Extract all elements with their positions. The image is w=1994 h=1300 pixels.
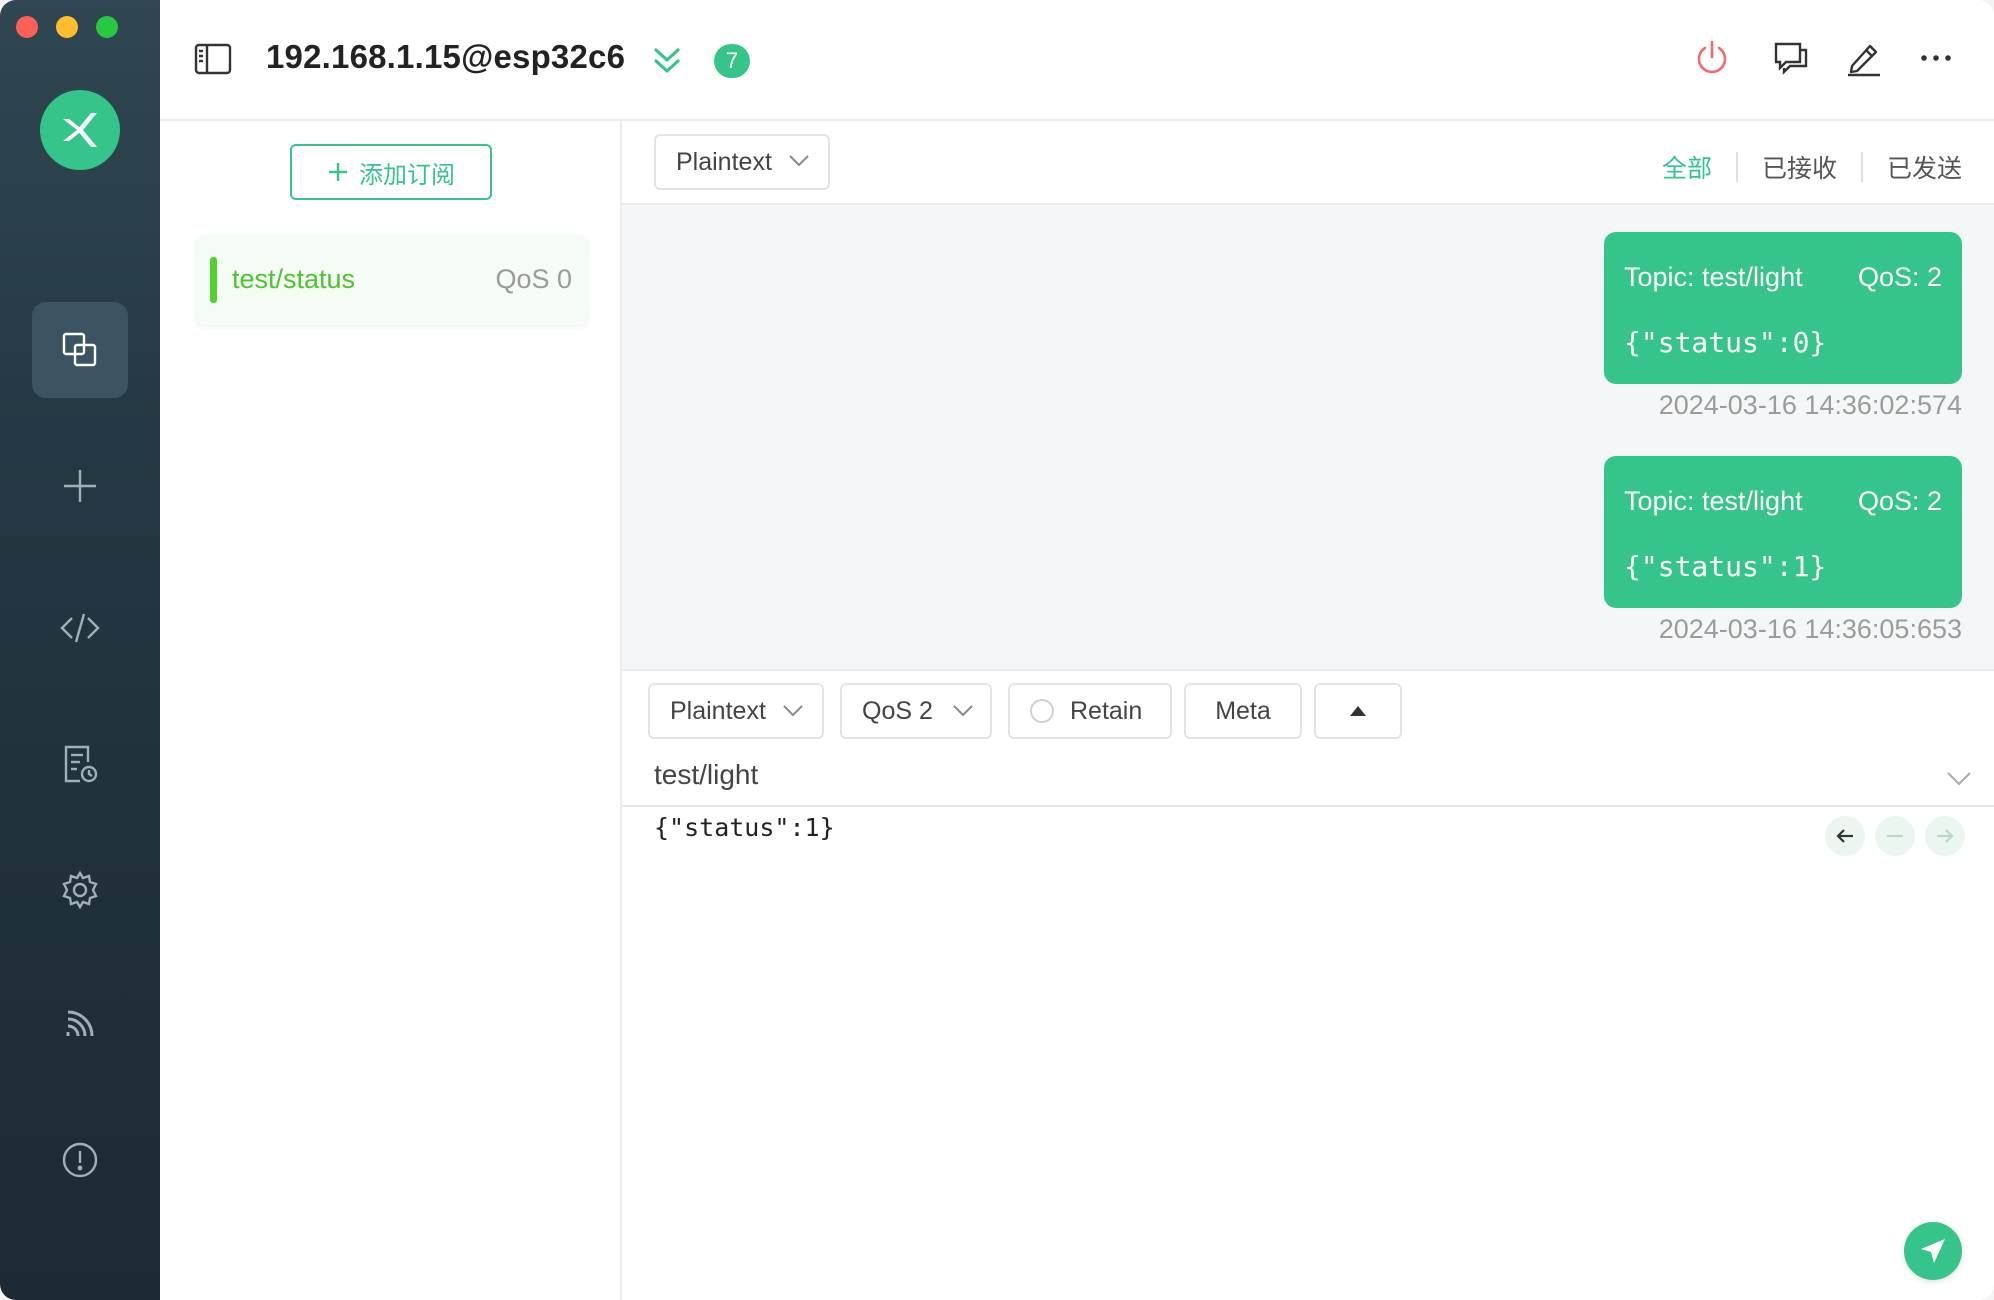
send-button[interactable]: [1904, 1222, 1962, 1280]
message-qos: QoS: 2: [1857, 486, 1942, 516]
connections-icon: [62, 332, 97, 367]
sidebar-item-settings[interactable]: [32, 842, 128, 938]
sidebar-toggle-icon[interactable]: [194, 42, 232, 76]
app-logo: [40, 90, 120, 170]
connection-title: 192.168.1.15@esp32c6: [266, 38, 626, 75]
publish-qos-value: QoS 2: [862, 696, 933, 725]
caret-up-icon: [1350, 706, 1366, 716]
power-icon[interactable]: [1692, 38, 1732, 78]
minus-icon: [1887, 834, 1903, 838]
arrow-right-icon: [1937, 829, 1954, 843]
message-payload: {"status":0}: [1624, 326, 1827, 359]
tab-received[interactable]: 已接收: [1738, 149, 1861, 185]
message-filter-tabs: 全部 已接收 已发送: [1638, 149, 1962, 185]
subscription-color-bar: [210, 257, 217, 303]
payload-format-select[interactable]: Plaintext: [654, 134, 830, 190]
message-bubble[interactable]: Topic: test/light QoS: 2 {"status":0}: [1604, 232, 1962, 384]
zoom-window-button[interactable]: [96, 16, 118, 38]
sidebar-item-script[interactable]: [32, 580, 128, 676]
publish-payload-editor[interactable]: {"status":1}: [654, 813, 835, 842]
log-icon: [64, 745, 98, 783]
message-bubble[interactable]: Topic: test/light QoS: 2 {"status":1}: [1604, 456, 1962, 608]
add-subscription-label: 添加订阅: [359, 161, 455, 189]
edit-icon[interactable]: [1844, 38, 1884, 78]
close-window-button[interactable]: [16, 16, 38, 38]
subscription-topic: test/status: [232, 264, 356, 294]
rss-icon: [66, 1010, 94, 1037]
sidebar-item-connections[interactable]: [32, 302, 128, 398]
publish-format-value: Plaintext: [670, 696, 766, 725]
message-qos: QoS: 2: [1857, 262, 1942, 292]
sidebar-item-about[interactable]: [32, 1112, 128, 1208]
subscriptions-panel: 添加订阅 test/status QoS 0: [160, 121, 622, 1300]
message-timestamp: 2024-03-16 14:36:02:574: [1658, 390, 1962, 420]
retain-label: Retain: [1070, 696, 1143, 725]
double-chevron-down-icon[interactable]: [650, 44, 684, 78]
meta-label: Meta: [1215, 696, 1271, 725]
connection-header: 192.168.1.15@esp32c6 7: [160, 0, 1994, 121]
unread-badge: 7: [714, 44, 750, 78]
subscription-item[interactable]: test/status QoS 0: [196, 235, 588, 325]
plus-icon: [329, 163, 347, 181]
tab-sent[interactable]: 已发送: [1863, 149, 1962, 185]
chevron-down-icon[interactable]: [1946, 771, 1972, 787]
add-subscription-button[interactable]: 添加订阅: [290, 144, 492, 200]
subscription-qos: QoS 0: [495, 264, 572, 294]
publish-topic-input[interactable]: test/light: [654, 759, 758, 791]
sidebar-item-new-connection[interactable]: [32, 438, 128, 534]
sidebar-item-subscriptions-feed[interactable]: [32, 976, 128, 1072]
history-reset-button[interactable]: [1875, 816, 1915, 856]
minimize-window-button[interactable]: [56, 16, 78, 38]
more-icon[interactable]: [1916, 38, 1956, 78]
payload-format-value: Plaintext: [676, 147, 772, 176]
publish-qos-select[interactable]: QoS 2: [840, 683, 992, 739]
chat-icon[interactable]: [1772, 38, 1812, 78]
divider: [622, 805, 1994, 807]
sidebar: [0, 0, 160, 1300]
code-icon: [60, 613, 100, 643]
plus-icon: [64, 470, 96, 502]
tab-all[interactable]: 全部: [1638, 149, 1736, 185]
send-icon: [1921, 1239, 1945, 1263]
meta-button[interactable]: Meta: [1184, 683, 1302, 739]
publish-format-select[interactable]: Plaintext: [648, 683, 824, 739]
chevron-down-icon: [953, 705, 973, 717]
info-icon: [62, 1142, 98, 1178]
publish-panel: Plaintext QoS 2 Retain Meta test/light {…: [622, 669, 1994, 1300]
retain-toggle[interactable]: Retain: [1008, 683, 1172, 739]
sidebar-item-log[interactable]: [32, 716, 128, 812]
arrow-left-icon: [1836, 829, 1853, 843]
message-payload: {"status":1}: [1624, 550, 1827, 583]
collapse-button[interactable]: [1314, 683, 1402, 739]
message-timestamp: 2024-03-16 14:36:05:653: [1658, 614, 1962, 644]
message-toolbar: Plaintext 全部 已接收 已发送: [622, 121, 1994, 205]
app-window: 192.168.1.15@esp32c6 7 添加订阅 test/status …: [0, 0, 1994, 1300]
history-next-button[interactable]: [1925, 816, 1965, 856]
retain-radio: [1030, 699, 1054, 723]
message-topic: Topic: test/light: [1624, 486, 1803, 516]
chevron-down-icon: [789, 155, 809, 167]
message-list: Topic: test/light QoS: 2 {"status":0} 20…: [622, 205, 1994, 669]
gear-icon: [62, 870, 98, 910]
chevron-down-icon: [783, 705, 803, 717]
history-previous-button[interactable]: [1825, 816, 1865, 856]
message-topic: Topic: test/light: [1624, 262, 1803, 292]
